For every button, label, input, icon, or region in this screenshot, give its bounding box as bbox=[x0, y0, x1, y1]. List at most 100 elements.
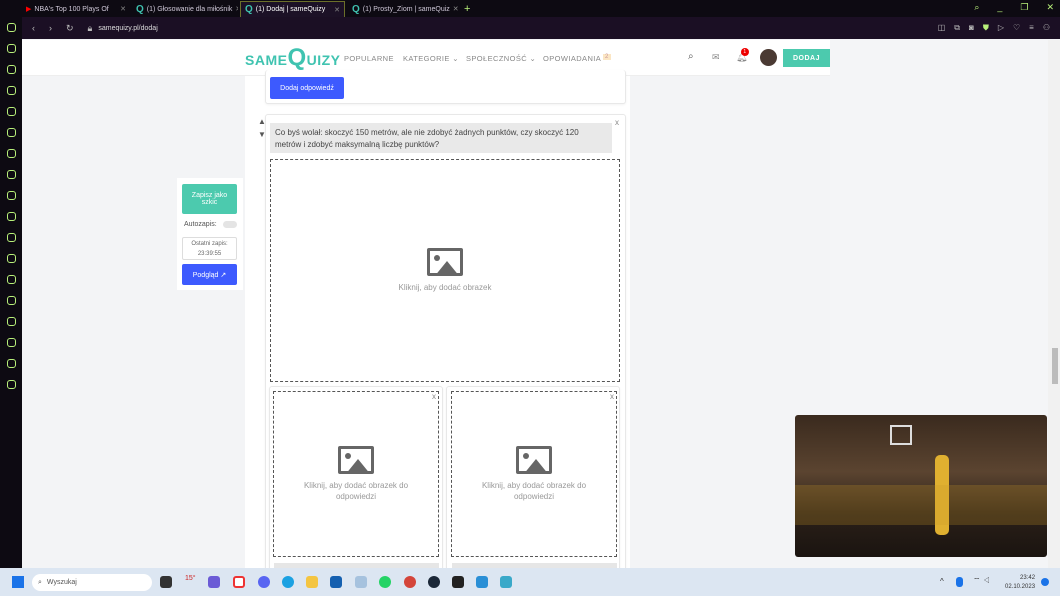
site-logo[interactable]: SAMEQUIZY bbox=[245, 44, 341, 72]
autosave-toggle[interactable] bbox=[223, 221, 237, 228]
move-down-icon[interactable]: ▼ bbox=[258, 130, 266, 139]
browser-toolbar: ◫ ⧉ ◙ ⛊ ▷ ♡ ≡ ⚇ bbox=[938, 23, 1060, 33]
tray-expand-icon[interactable]: ^ bbox=[940, 577, 944, 586]
heart-icon[interactable]: ♡ bbox=[1013, 23, 1020, 33]
forward-icon[interactable]: › bbox=[49, 23, 52, 33]
settings-icon[interactable] bbox=[6, 380, 16, 389]
steam-icon[interactable] bbox=[428, 576, 440, 588]
search-tabs-icon[interactable]: ⌕ bbox=[974, 2, 979, 13]
camera-icon[interactable]: ◙ bbox=[969, 23, 974, 33]
back-icon[interactable]: ‹ bbox=[32, 23, 35, 33]
gx-control-icon[interactable] bbox=[6, 23, 16, 32]
instagram-icon[interactable] bbox=[6, 191, 16, 200]
start-icon[interactable] bbox=[12, 576, 24, 588]
samequizy-icon: Q bbox=[245, 4, 253, 15]
answer-image-dropzone[interactable]: Kliknij, aby dodać obrazek do odpowiedzi bbox=[451, 391, 617, 557]
add-image-label: Kliknij, aby dodać obrazek bbox=[398, 283, 492, 292]
last-save-box: Ostatni zapis: 23:39:55 bbox=[182, 237, 237, 260]
question-textarea[interactable]: Co byś wolał: skoczyć 150 metrów, ale ni… bbox=[270, 123, 612, 153]
settings-icon[interactable]: ≡ bbox=[1029, 23, 1034, 33]
history-icon[interactable] bbox=[6, 296, 16, 305]
news-icon[interactable] bbox=[6, 128, 16, 137]
shield-icon[interactable]: ⛊ bbox=[983, 23, 989, 33]
store-icon[interactable] bbox=[6, 65, 16, 74]
wifi-volume-icons[interactable]: ⌔ ◁ bbox=[973, 576, 990, 586]
sidebar-icon[interactable]: ◫ bbox=[938, 23, 946, 33]
close-tab-icon[interactable]: ✕ bbox=[453, 5, 458, 13]
nav-popularne[interactable]: POPULARNE bbox=[344, 54, 394, 63]
extensions-icon[interactable] bbox=[6, 359, 16, 368]
whatsapp-icon[interactable] bbox=[379, 576, 391, 588]
url-field[interactable]: samequizy.pl/dodaj bbox=[98, 25, 157, 32]
add-answer-button[interactable]: Dodaj odpowiedź bbox=[270, 77, 344, 99]
windows-taskbar bbox=[0, 568, 1060, 596]
whatsapp-icon[interactable] bbox=[6, 170, 16, 179]
maximize-icon[interactable]: ❐ bbox=[1020, 2, 1028, 13]
samequizy-icon: Q bbox=[136, 3, 144, 15]
answer-image-dropzone[interactable]: Kliknij, aby dodać obrazek do odpowiedzi bbox=[273, 391, 439, 557]
move-up-icon[interactable]: ▲ bbox=[258, 117, 266, 126]
tab-prosty-ziom[interactable]: Q (1) Prosty_Ziom | sameQuiz ✕ bbox=[348, 1, 458, 17]
scrollbar-thumb[interactable] bbox=[1052, 348, 1058, 384]
add-button[interactable]: DODAJ bbox=[783, 49, 830, 67]
gx-speed-icon[interactable] bbox=[6, 44, 16, 53]
close-window-icon[interactable]: ✕ bbox=[1046, 2, 1054, 13]
messenger-icon[interactable] bbox=[6, 149, 16, 158]
store-icon[interactable] bbox=[330, 576, 342, 588]
close-tab-icon[interactable]: ✕ bbox=[235, 5, 238, 13]
weather-widget[interactable]: 15° bbox=[185, 575, 196, 582]
search-icon[interactable]: ⌕ bbox=[688, 51, 694, 62]
mail-icon[interactable]: ✉ bbox=[712, 52, 720, 63]
app-icon[interactable] bbox=[404, 576, 416, 588]
tab-nba[interactable]: ▶ NBA's Top 100 Plays Of ✕ bbox=[22, 1, 130, 17]
nav-kategorie[interactable]: KATEGORIE ⌄ bbox=[403, 54, 459, 63]
last-save-label: Ostatni zapis: bbox=[191, 241, 228, 247]
save-draft-button[interactable]: Zapisz jako szkic bbox=[182, 184, 237, 214]
scrollbar[interactable] bbox=[1048, 40, 1060, 568]
preview-button[interactable]: Podgląd ↗ bbox=[182, 264, 237, 285]
teams-icon[interactable] bbox=[208, 576, 220, 588]
tab-dodaj[interactable]: Q (1) Dodaj | sameQuizy ✕ bbox=[240, 1, 345, 17]
tab-glosowanie[interactable]: Q(1) Głosowanie dla miłośnik✕ bbox=[132, 1, 238, 17]
profile-icon[interactable]: ⚇ bbox=[1043, 23, 1050, 33]
delete-question-icon[interactable]: x bbox=[615, 118, 619, 127]
epic-games-icon[interactable] bbox=[452, 576, 464, 588]
taskbar-search[interactable]: ⌕ Wyszukaj bbox=[32, 574, 152, 591]
file-explorer-icon[interactable] bbox=[306, 576, 318, 588]
reload-icon[interactable]: ↻ bbox=[66, 23, 74, 34]
clock[interactable]: 23:42 02.10.2023 bbox=[1005, 574, 1035, 592]
x-icon[interactable] bbox=[6, 233, 16, 242]
search-icon: ⌕ bbox=[38, 578, 42, 586]
new-tab-button[interactable]: + bbox=[460, 1, 474, 17]
delete-answer-icon[interactable]: x bbox=[432, 392, 436, 401]
task-view-icon[interactable] bbox=[160, 576, 172, 588]
flow-icon[interactable]: ▷ bbox=[998, 23, 1004, 33]
delete-answer-icon[interactable]: x bbox=[610, 392, 614, 401]
opowiadania-badge: 2 bbox=[603, 54, 611, 60]
edge-icon[interactable] bbox=[282, 576, 294, 588]
video-popout-player[interactable] bbox=[795, 415, 1047, 557]
discord-icon[interactable] bbox=[6, 254, 16, 263]
clock-icon[interactable] bbox=[6, 338, 16, 347]
notifications-icon[interactable] bbox=[1041, 578, 1049, 586]
monitor-icon[interactable] bbox=[476, 576, 488, 588]
app-icon[interactable] bbox=[500, 576, 512, 588]
opera-gx-icon[interactable] bbox=[233, 576, 245, 588]
close-tab-icon[interactable]: ✕ bbox=[334, 6, 340, 14]
minimize-icon[interactable]: _ bbox=[997, 2, 1002, 13]
close-tab-icon[interactable]: ✕ bbox=[120, 5, 126, 13]
nav-opowiadania[interactable]: OPOWIADANIA bbox=[543, 54, 601, 63]
question-image-dropzone[interactable]: Kliknij, aby dodać obrazek bbox=[270, 159, 620, 382]
nav-spolecznosc[interactable]: SPOŁECZNOŚĆ ⌄ bbox=[466, 54, 536, 63]
notes-icon[interactable] bbox=[6, 107, 16, 116]
tiktok-icon[interactable] bbox=[6, 212, 16, 221]
snapshot-icon[interactable]: ⧉ bbox=[954, 23, 960, 33]
heart-icon[interactable] bbox=[6, 317, 16, 326]
bluetooth-icon[interactable] bbox=[956, 577, 963, 587]
discord-icon[interactable] bbox=[258, 576, 270, 588]
avatar[interactable] bbox=[760, 49, 777, 66]
player-icon[interactable] bbox=[6, 275, 16, 284]
calculator-icon[interactable] bbox=[355, 576, 367, 588]
basketball-hoop bbox=[890, 425, 912, 445]
twitch-icon[interactable] bbox=[6, 86, 16, 95]
